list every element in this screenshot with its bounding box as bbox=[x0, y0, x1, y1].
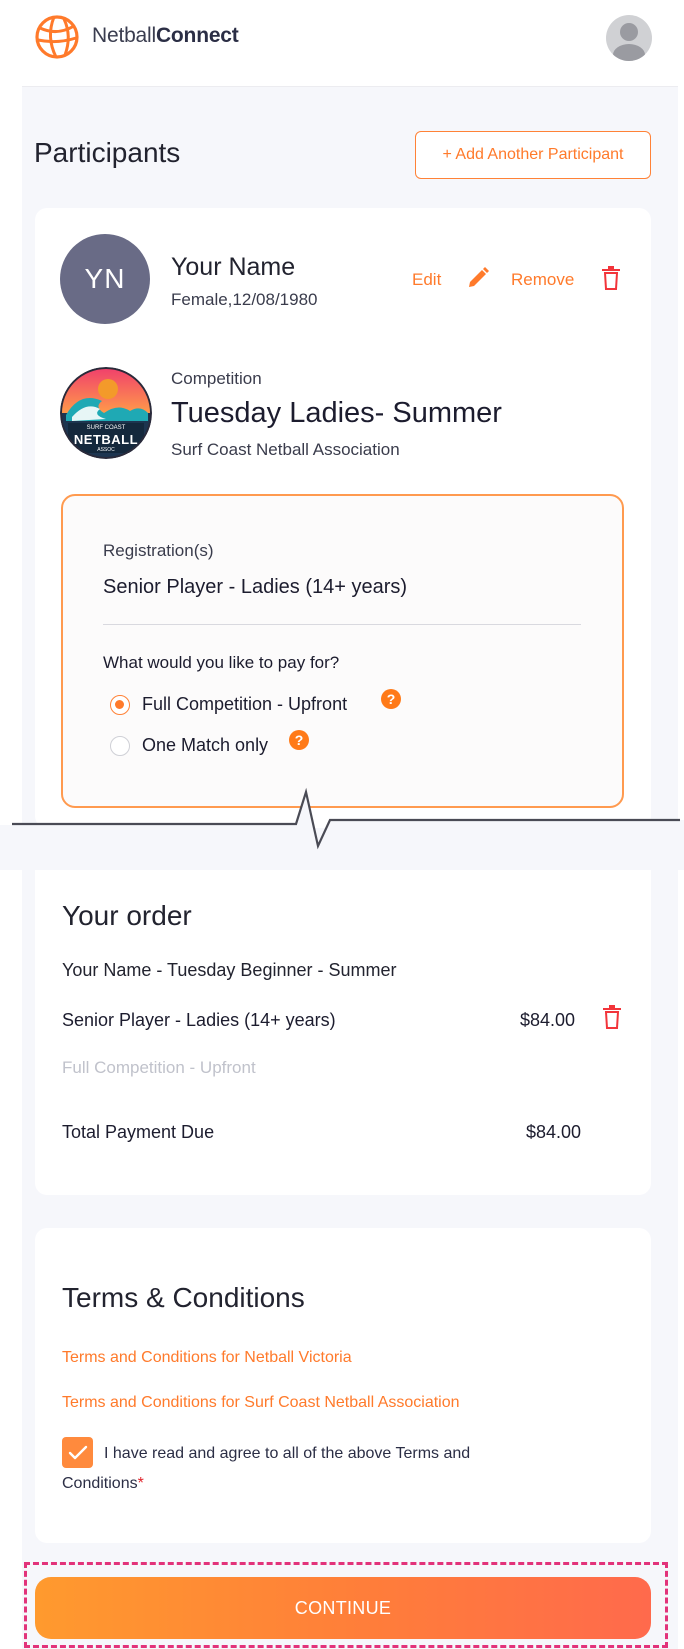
user-avatar-icon[interactable] bbox=[606, 15, 652, 61]
remove-participant-link[interactable]: Remove bbox=[511, 270, 574, 290]
agree-text-continued: Conditions* bbox=[62, 1475, 144, 1492]
terms-title: Terms & Conditions bbox=[62, 1282, 305, 1313]
registration-label: Registration(s) bbox=[103, 541, 214, 560]
logo-caption-bottom: ASSOC bbox=[97, 447, 115, 453]
full-competition-radio[interactable] bbox=[110, 695, 130, 715]
participant-details: Female,12/08/1980 bbox=[171, 290, 318, 309]
logo-caption-main: NETBALL bbox=[73, 432, 139, 447]
check-icon bbox=[68, 1445, 87, 1459]
registration-value: Senior Player - Ladies (14+ years) bbox=[103, 576, 408, 598]
order-title: Your order bbox=[62, 900, 192, 931]
add-participant-button[interactable]: + Add Another Participant bbox=[415, 131, 651, 179]
logo-caption-top: SURF COAST bbox=[86, 425, 126, 431]
competition-label: Competition bbox=[171, 369, 262, 388]
one-match-label[interactable]: One Match only bbox=[142, 735, 268, 756]
edit-participant-link[interactable]: Edit bbox=[412, 270, 441, 290]
payment-question: What would you like to pay for? bbox=[103, 653, 340, 672]
help-icon[interactable]: ? bbox=[289, 730, 309, 750]
required-mark: * bbox=[137, 1475, 144, 1492]
participant-name: Your Name bbox=[171, 253, 296, 281]
page-title: Participants bbox=[34, 137, 181, 168]
competition-logo: SURF COAST NETBALL ASSOC bbox=[60, 367, 152, 459]
divider bbox=[103, 624, 581, 625]
terms-card bbox=[35, 1228, 651, 1543]
agree-text: I have read and agree to all of the abov… bbox=[104, 1445, 471, 1462]
competition-association: Surf Coast Netball Association bbox=[171, 440, 400, 459]
brand-name[interactable]: NetballConnect bbox=[92, 24, 239, 48]
order-item-subtitle: Full Competition - Upfront bbox=[62, 1058, 256, 1077]
total-value: $84.00 bbox=[526, 1122, 582, 1142]
terms-link-netball-victoria[interactable]: Terms and Conditions for Netball Victori… bbox=[62, 1349, 352, 1367]
order-item-price: $84.00 bbox=[520, 1010, 576, 1030]
total-label: Total Payment Due bbox=[62, 1122, 215, 1142]
participant-avatar: YN bbox=[60, 234, 150, 324]
trash-icon[interactable] bbox=[601, 266, 621, 290]
agree-checkbox[interactable] bbox=[62, 1437, 93, 1468]
terms-link-surf-coast[interactable]: Terms and Conditions for Surf Coast Netb… bbox=[62, 1394, 460, 1412]
trash-icon[interactable] bbox=[602, 1005, 622, 1029]
pencil-icon[interactable] bbox=[466, 266, 490, 290]
help-icon[interactable]: ? bbox=[381, 689, 401, 709]
order-participant-line: Your Name - Tuesday Beginner - Summer bbox=[62, 960, 397, 980]
order-item-label: Senior Player - Ladies (14+ years) bbox=[62, 1010, 336, 1030]
section-break-line bbox=[0, 780, 684, 870]
one-match-radio[interactable] bbox=[110, 736, 130, 756]
competition-name: Tuesday Ladies- Summer bbox=[171, 397, 502, 429]
netball-logo-icon[interactable] bbox=[32, 14, 82, 60]
continue-button[interactable]: CONTINUE bbox=[35, 1577, 651, 1639]
full-competition-label[interactable]: Full Competition - Upfront bbox=[142, 694, 347, 715]
